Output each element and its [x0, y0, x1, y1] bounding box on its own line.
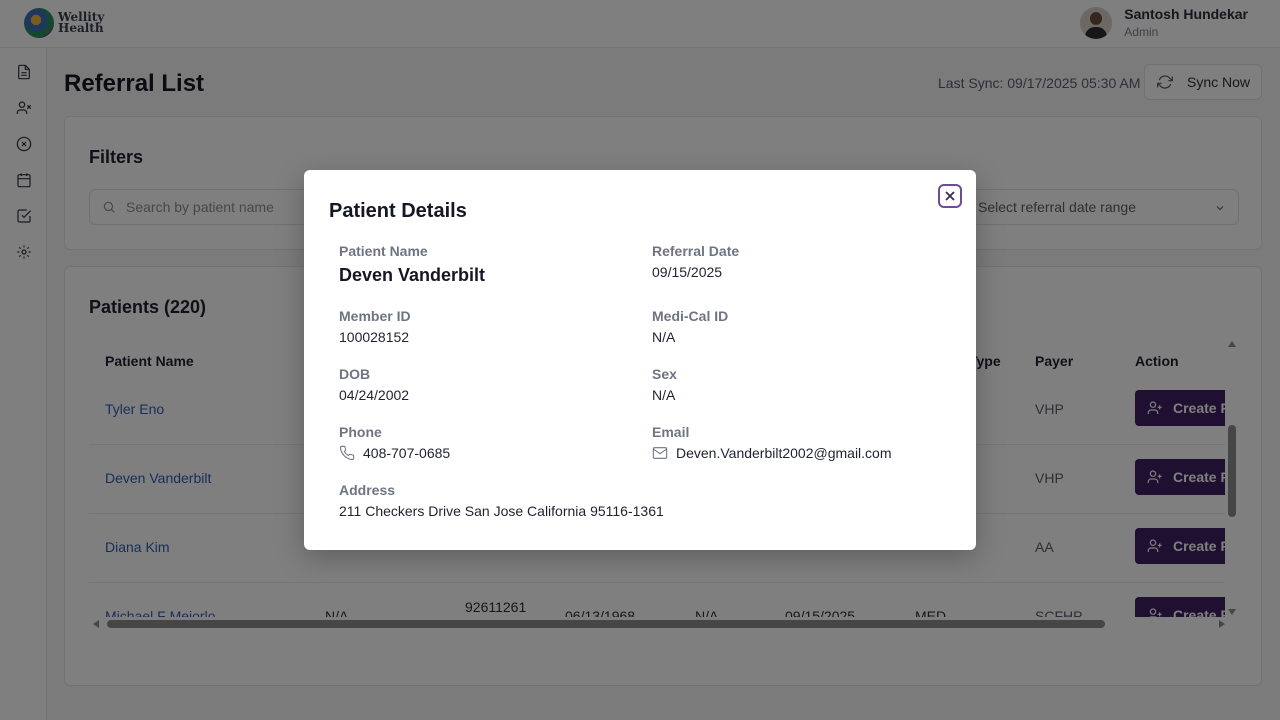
email-label: Email	[652, 424, 690, 440]
referral-date-value: 09/15/2025	[652, 264, 723, 280]
medi-cal-id-label: Medi-Cal ID	[652, 308, 729, 324]
sex-value: N/A	[652, 387, 676, 403]
dob-label: DOB	[339, 366, 371, 382]
sex-label: Sex	[652, 366, 677, 382]
email-value[interactable]: Deven.Vanderbilt2002@gmail.com	[676, 445, 892, 461]
patient-details-modal: Patient Details Patient Name Deven Vande…	[304, 170, 976, 550]
phone-label: Phone	[339, 424, 382, 440]
phone-icon	[339, 445, 355, 461]
modal-title: Patient Details	[329, 200, 467, 222]
patient-name-label: Patient Name	[339, 243, 428, 259]
patient-name-value: Deven Vanderbilt	[339, 265, 486, 285]
dob-value: 04/24/2002	[339, 387, 410, 403]
mail-icon	[652, 445, 668, 461]
phone-value[interactable]: 408-707-0685	[363, 445, 450, 461]
referral-date-label: Referral Date	[652, 243, 740, 259]
medi-cal-id-value: N/A	[652, 329, 676, 345]
close-button[interactable]	[938, 184, 962, 208]
close-icon	[945, 191, 955, 201]
member-id-label: Member ID	[339, 308, 411, 324]
member-id-value: 100028152	[339, 329, 410, 345]
address-label: Address	[339, 482, 396, 498]
address-value: 211 Checkers Drive San Jose California 9…	[339, 503, 664, 519]
